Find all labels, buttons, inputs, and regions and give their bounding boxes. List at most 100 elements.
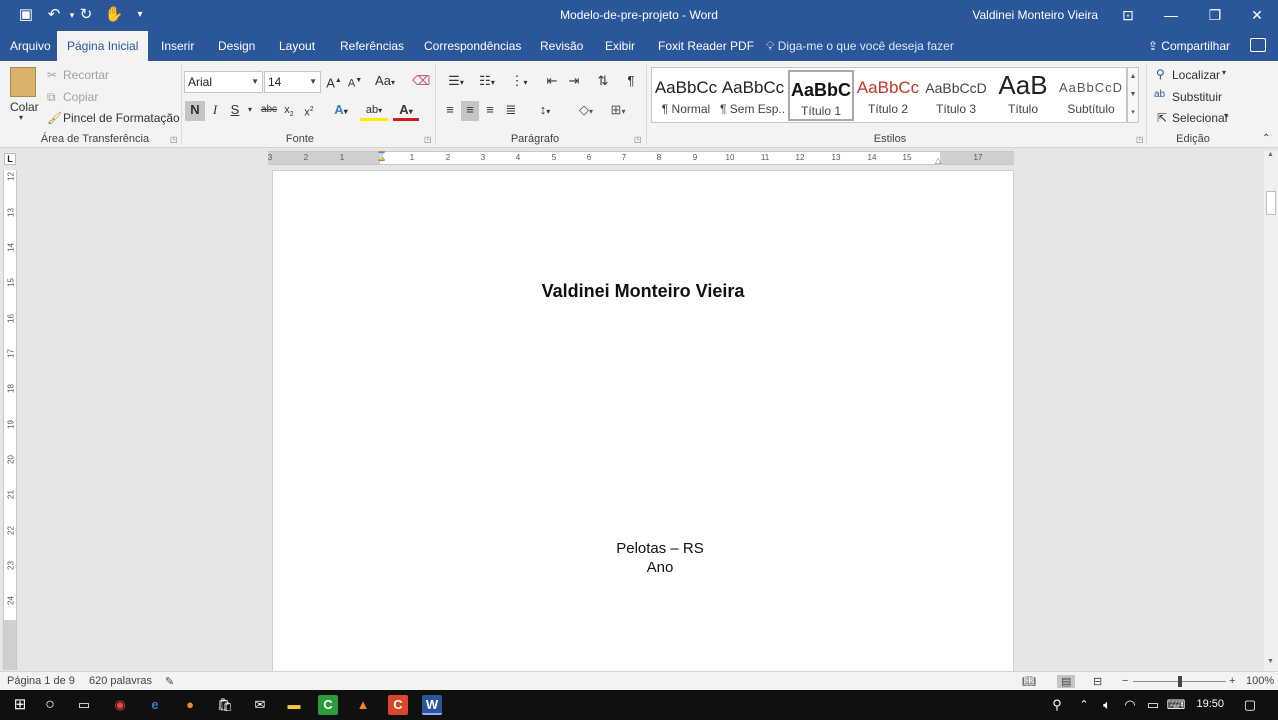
- horizontal-ruler[interactable]: 3 2 1 1 2 3 4 5 6 7 8 9 10 11 12 13 14 1…: [268, 151, 1014, 165]
- volume-icon[interactable]: 🔈︎: [1097, 695, 1117, 715]
- restore-icon[interactable]: ❐: [1192, 0, 1238, 31]
- collapse-ribbon-icon[interactable]: ⌃: [1262, 133, 1270, 144]
- chevron-up-icon[interactable]: ⌃: [1074, 695, 1094, 715]
- wifi-icon[interactable]: ◠: [1120, 695, 1140, 715]
- tell-me-search[interactable]: 💡︎ Diga-me o que você deseja fazer: [766, 31, 954, 61]
- task-view-icon[interactable]: ▭: [74, 695, 94, 715]
- web-layout-icon[interactable]: ⊟: [1093, 675, 1102, 688]
- clipboard-launcher-icon[interactable]: ◳: [170, 135, 178, 144]
- format-painter-button[interactable]: Pincel de Formatação: [63, 111, 180, 125]
- bold-button[interactable]: N: [185, 101, 205, 121]
- vertical-ruler[interactable]: 12 13 14 15 16 17 18 19 20 21 22 23 24 2…: [3, 170, 17, 670]
- tab-selector[interactable]: L: [4, 153, 16, 165]
- recorder-icon[interactable]: C: [388, 695, 408, 715]
- action-center-icon[interactable]: ▢: [1240, 695, 1260, 715]
- page-count[interactable]: Página 1 de 9: [7, 675, 75, 687]
- shading-icon[interactable]: ◇▾: [572, 101, 600, 121]
- word-count[interactable]: 620 palavras: [89, 675, 152, 687]
- tab-layout[interactable]: Layout: [269, 31, 325, 61]
- grow-font-icon[interactable]: A▲: [326, 72, 342, 92]
- chevron-down-icon[interactable]: ▾: [1224, 111, 1228, 120]
- vlc-icon[interactable]: ▲: [353, 695, 373, 715]
- zoom-level[interactable]: 100%: [1246, 675, 1274, 687]
- style-titulo-3[interactable]: AaBbCcD Título 3: [923, 70, 989, 121]
- zoom-slider-thumb[interactable]: [1177, 676, 1182, 687]
- scroll-up-icon[interactable]: ▲: [1267, 151, 1274, 158]
- cut-button[interactable]: Recortar: [63, 68, 109, 82]
- style-normal[interactable]: AaBbCc ¶ Normal: [653, 70, 719, 121]
- underline-button[interactable]: S: [227, 101, 243, 121]
- styles-launcher-icon[interactable]: ◳: [1136, 135, 1144, 144]
- tab-exibir[interactable]: Exibir: [595, 31, 645, 61]
- edge-icon[interactable]: e: [145, 695, 165, 715]
- right-indent-marker-icon[interactable]: △: [935, 156, 941, 165]
- font-name-combo[interactable]: Arial ▼: [184, 71, 263, 93]
- style-titulo-1[interactable]: AaBbC Título 1: [788, 70, 854, 121]
- read-mode-icon[interactable]: 📖︎: [1022, 675, 1036, 688]
- tab-pagina-inicial[interactable]: Página Inicial: [57, 31, 149, 61]
- share-button[interactable]: ⇪ Compartilhar: [1148, 31, 1230, 61]
- paste-dropdown-icon[interactable]: ▾: [19, 113, 23, 122]
- style-titulo[interactable]: AaB Título: [990, 70, 1056, 121]
- explorer-icon[interactable]: ▬: [284, 695, 304, 715]
- document-year[interactable]: Ano: [273, 559, 1013, 576]
- paste-button[interactable]: Colar: [10, 100, 39, 114]
- style-titulo-2[interactable]: AaBbCc Título 2: [855, 70, 921, 121]
- document-city[interactable]: Pelotas – RS: [273, 540, 1013, 557]
- chevron-down-icon[interactable]: ▾: [1222, 68, 1226, 77]
- people-icon[interactable]: ⚲: [1047, 695, 1067, 715]
- battery-icon[interactable]: ▭: [1143, 695, 1163, 715]
- language-icon[interactable]: ⌨: [1166, 695, 1186, 715]
- style-subtitulo[interactable]: AaBbCcD Subtítulo: [1058, 70, 1124, 121]
- font-color-icon[interactable]: A▾: [393, 101, 419, 121]
- chevron-down-icon[interactable]: ▾: [245, 101, 255, 121]
- increase-indent-icon[interactable]: ⇥: [564, 72, 584, 92]
- comments-icon[interactable]: [1250, 38, 1266, 52]
- clear-formatting-icon[interactable]: ⌫: [412, 72, 430, 92]
- start-icon[interactable]: ⊞: [10, 695, 30, 715]
- tab-design[interactable]: Design: [208, 31, 265, 61]
- store-icon[interactable]: 🛍︎: [215, 695, 235, 715]
- italic-button[interactable]: I: [207, 101, 223, 121]
- decrease-indent-icon[interactable]: ⇤: [542, 72, 562, 92]
- align-left-icon[interactable]: ≡: [441, 101, 459, 121]
- clock[interactable]: 19:50: [1196, 698, 1224, 710]
- numbering-icon[interactable]: ☷▾: [473, 72, 501, 92]
- change-case-button[interactable]: Aa▾: [372, 72, 398, 92]
- show-marks-icon[interactable]: ¶: [622, 72, 640, 92]
- text-effects-icon[interactable]: A▾: [330, 101, 352, 121]
- paragraph-launcher-icon[interactable]: ◳: [634, 135, 642, 144]
- search-icon[interactable]: ○: [40, 695, 60, 715]
- tab-referencias[interactable]: Referências: [330, 31, 414, 61]
- line-spacing-icon[interactable]: ↕▾: [532, 101, 558, 121]
- vertical-scrollbar[interactable]: ▲ ▼: [1264, 151, 1278, 671]
- superscript-icon[interactable]: x2: [301, 101, 317, 121]
- scroll-down-icon[interactable]: ▼: [1267, 658, 1274, 665]
- paste-icon[interactable]: [10, 67, 36, 97]
- select-button[interactable]: Selecionar: [1172, 111, 1229, 125]
- tab-revisao[interactable]: Revisão: [530, 31, 593, 61]
- scrollbar-thumb[interactable]: [1266, 191, 1276, 215]
- tab-correspondencias[interactable]: Correspondências: [414, 31, 531, 61]
- replace-button[interactable]: Substituir: [1172, 90, 1222, 104]
- camtasia-icon[interactable]: C: [318, 695, 338, 715]
- ribbon-display-options-icon[interactable]: ⊡: [1105, 0, 1151, 31]
- strikethrough-button[interactable]: abc: [258, 101, 280, 121]
- document-author[interactable]: Valdinei Monteiro Vieira: [273, 281, 1013, 302]
- zoom-in-button[interactable]: +: [1229, 675, 1235, 687]
- close-icon[interactable]: ✕: [1234, 0, 1278, 31]
- word-icon[interactable]: W: [422, 695, 442, 715]
- style-sem-espacamento[interactable]: AaBbCc ¶ Sem Esp...: [720, 70, 786, 121]
- multilevel-list-icon[interactable]: ⋮▾: [505, 72, 533, 92]
- subscript-icon[interactable]: x2: [281, 101, 297, 121]
- sort-icon[interactable]: ⇅: [593, 72, 613, 92]
- styles-scroll[interactable]: ▲ ▼ ▾: [1127, 67, 1139, 123]
- tab-foxit[interactable]: Foxit Reader PDF: [648, 31, 764, 61]
- proofing-icon[interactable]: ✎: [165, 675, 174, 688]
- align-right-icon[interactable]: ≡: [481, 101, 499, 121]
- document-page[interactable]: Valdinei Monteiro Vieira Pelotas – RS An…: [272, 170, 1014, 672]
- firefox-icon[interactable]: ●: [180, 695, 200, 715]
- tab-arquivo[interactable]: Arquivo: [0, 31, 61, 61]
- minimize-icon[interactable]: —: [1148, 0, 1194, 31]
- find-button[interactable]: Localizar: [1172, 68, 1220, 82]
